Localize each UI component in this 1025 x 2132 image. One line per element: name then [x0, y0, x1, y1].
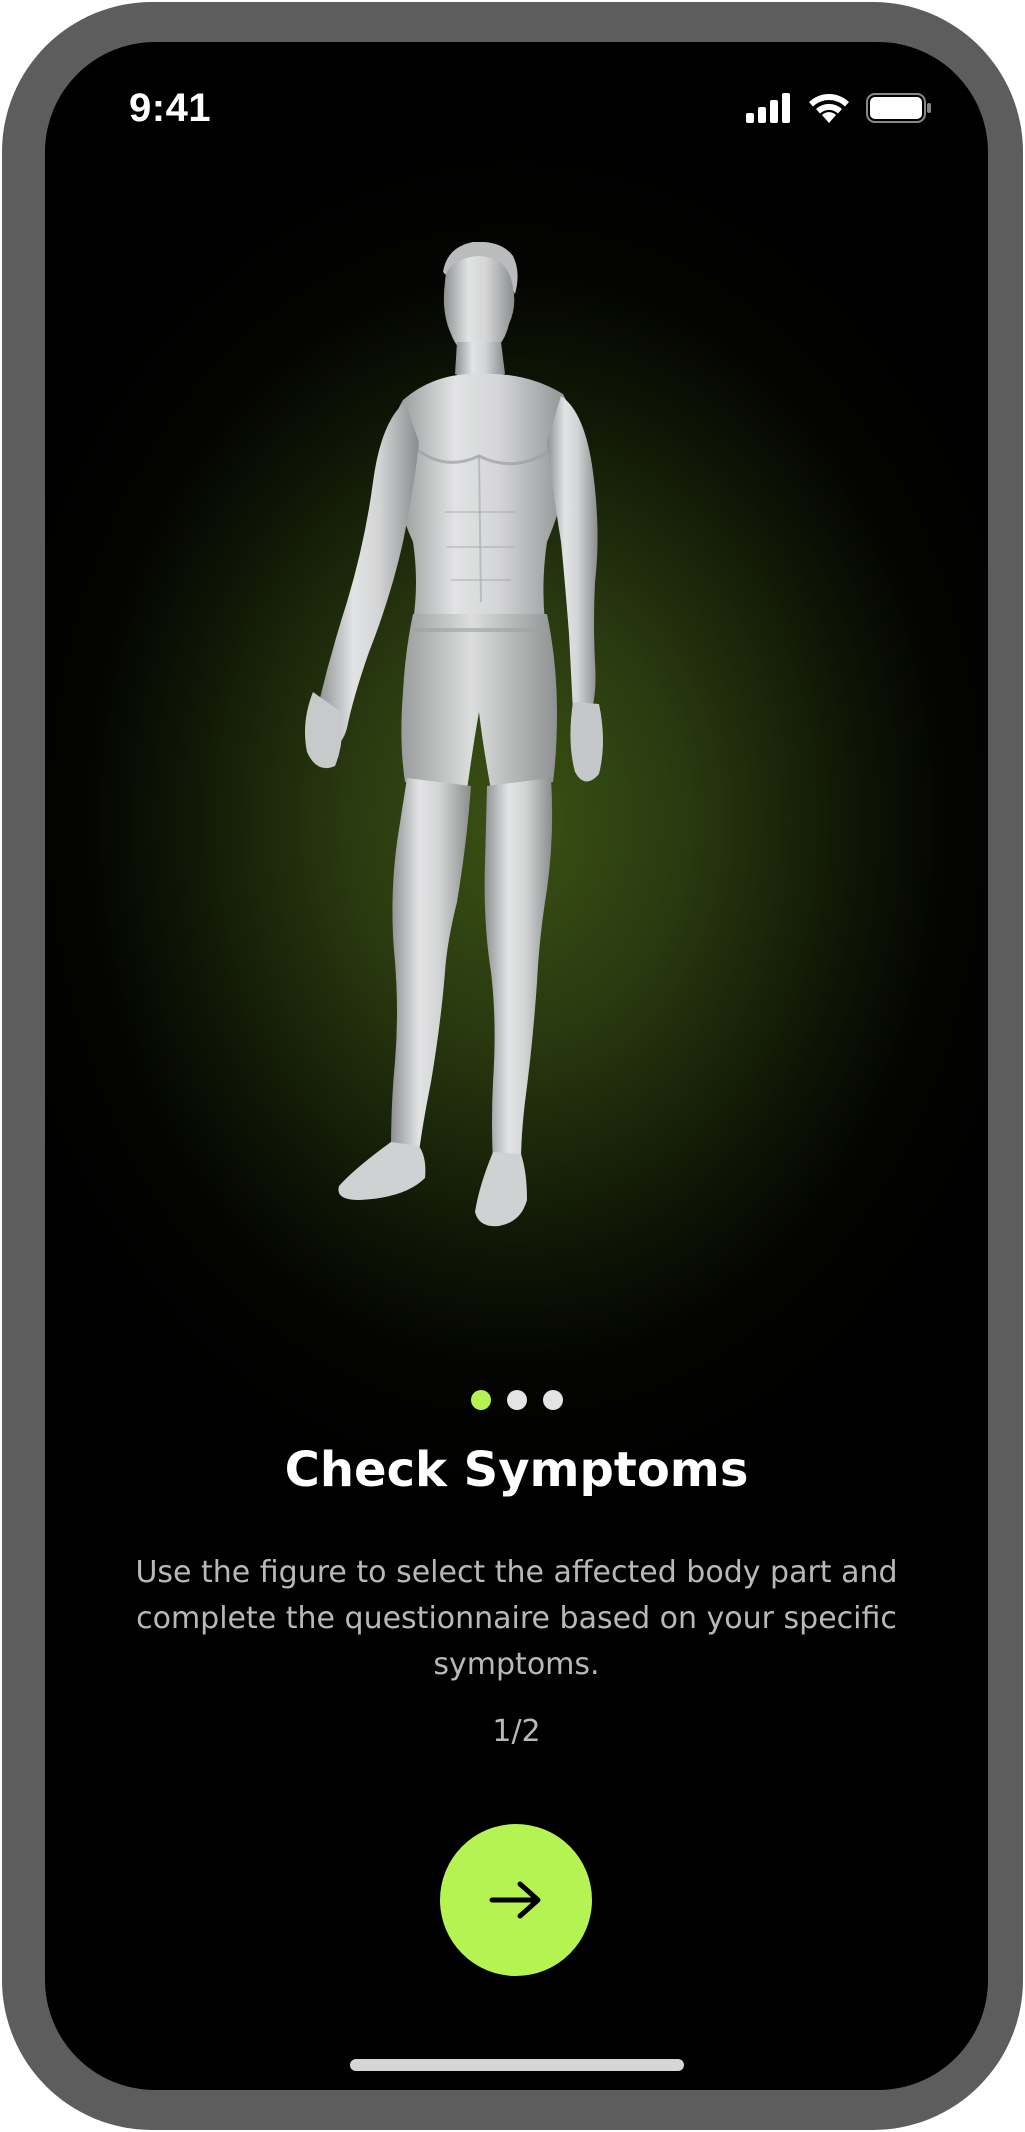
human-body-figure[interactable]: [295, 241, 745, 1342]
arrow-right-icon: [489, 1881, 541, 1919]
phone-device: 9:41 Check Symptoms Use the figure to se…: [0, 0, 1025, 2132]
step-counter: 1/2: [492, 1714, 541, 1749]
status-icons: [746, 88, 932, 128]
next-button[interactable]: [440, 1824, 592, 1976]
page-indicator: [45, 1390, 988, 1414]
onboarding-title: Check Symptoms: [284, 1442, 749, 1498]
status-bar: 9:41: [45, 42, 988, 172]
page-dot-1[interactable]: [470, 1390, 491, 1410]
home-indicator[interactable]: [350, 2059, 684, 2071]
battery-icon: [866, 93, 931, 123]
phone-frame: 9:41 Check Symptoms Use the figure to se…: [2, 2, 1023, 2130]
page-dot-2[interactable]: [506, 1390, 527, 1410]
cellular-signal-icon: [746, 93, 790, 123]
page-dot-3[interactable]: [542, 1390, 563, 1410]
status-time: 9:41: [129, 86, 212, 130]
onboarding-screen: 9:41 Check Symptoms Use the figure to se…: [45, 42, 988, 2090]
onboarding-description: Use the figure to select the affected bo…: [135, 1555, 898, 1682]
wifi-icon: [809, 94, 849, 123]
